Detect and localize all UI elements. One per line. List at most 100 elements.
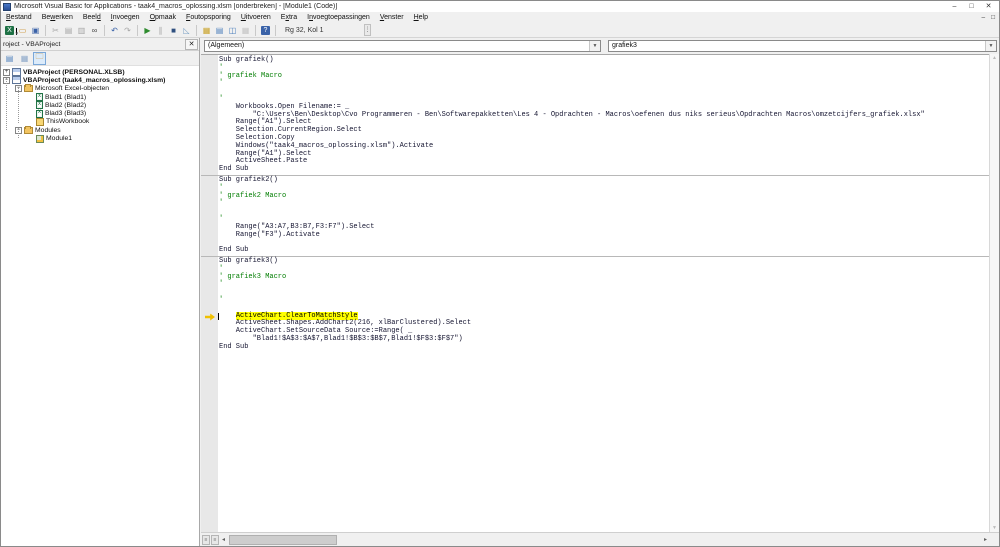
highlighted-statement: ActiveChart.ClearToMatchStyle [236, 312, 358, 320]
cut-icon[interactable]: ✂ [50, 24, 62, 37]
code-line[interactable]: ' [219, 266, 989, 274]
vertical-scrollbar[interactable]: ▲ ▼ [989, 54, 999, 532]
tree-item[interactable]: Blad1 (Blad1) [1, 93, 199, 101]
code-line[interactable]: ' grafiek3 Macro [219, 274, 989, 282]
menu-beeld[interactable]: Beeld [78, 12, 106, 23]
menu-uitvoeren[interactable]: Uitvoeren [236, 12, 276, 23]
code-window: (Algemeen) ▼ grafiek3 ▼ Sub grafiek()'' … [201, 38, 999, 546]
code-line[interactable]: Sub grafiek() [219, 57, 989, 65]
folder-icon [24, 127, 33, 134]
toolbar-separator [137, 25, 138, 36]
code-line[interactable] [219, 88, 989, 96]
code-line[interactable]: End Sub [219, 247, 989, 255]
child-minimize-button[interactable]: – [981, 12, 985, 23]
toolbar-overflow-handle[interactable]: ⋮ [364, 24, 371, 36]
tree-item[interactable]: −Modules [1, 126, 199, 134]
reset-icon[interactable]: ■ [168, 24, 180, 37]
code-line[interactable]: ' [219, 281, 989, 289]
tree-item[interactable]: + VBAProject (PERSONAL.XLSB) [1, 68, 199, 76]
tree-item[interactable]: Blad3 (Blad3) [1, 109, 199, 117]
view-object-button[interactable]: ▦ [18, 52, 31, 65]
toggle-folders-button[interactable]: 🗀 [33, 52, 46, 65]
code-line[interactable] [219, 289, 989, 297]
tree-guide-line [18, 128, 19, 138]
scroll-right-icon[interactable]: ▸ [984, 536, 987, 543]
code-line[interactable]: "Blad1!$A$3:$A$7,Blad1!$B$3:$B$7,Blad1!$… [219, 336, 989, 344]
code-line[interactable]: Range("A3:A7,B3:B7,F3:F7").Select [219, 224, 989, 232]
copy-icon[interactable]: ▤ [63, 24, 75, 37]
tree-item-label: VBAProject (PERSONAL.XLSB) [23, 69, 125, 76]
menu-opmaak[interactable]: Opmaak [145, 12, 181, 23]
horizontal-scrollbar[interactable]: ≡ ≡ ◂ ▸ [201, 532, 999, 546]
view-code-button[interactable]: ▤ [3, 52, 16, 65]
split-handle[interactable]: ≡ [202, 535, 210, 545]
toolbox-icon[interactable]: ▦ [240, 24, 252, 37]
code-line[interactable]: ' [219, 80, 989, 88]
tree-item[interactable]: Blad2 (Blad2) [1, 101, 199, 109]
menu-foutopsporing[interactable]: Foutopsporing [181, 12, 236, 23]
code-line[interactable]: Sub grafiek2() [219, 177, 989, 185]
code-line[interactable]: ' grafiek Macro [219, 73, 989, 81]
paste-icon[interactable]: ▥ [76, 24, 88, 37]
object-browser-icon[interactable]: ◫ [227, 24, 239, 37]
project-explorer-close-button[interactable]: ✕ [185, 39, 198, 50]
menu-bar: BestandBewerkenBeeldInvoegenOpmaakFoutop… [1, 12, 999, 23]
tree-item[interactable]: −Microsoft Excel-objecten [1, 85, 199, 93]
child-restore-button[interactable]: □ [991, 12, 995, 23]
menu-invoegen[interactable]: Invoegen [106, 12, 145, 23]
code-line[interactable]: End Sub [219, 344, 989, 352]
scroll-up-icon[interactable]: ▲ [992, 55, 997, 61]
menu-venster[interactable]: Venster [375, 12, 409, 23]
code-line[interactable]: ' [219, 200, 989, 208]
minimize-button[interactable]: – [946, 2, 963, 12]
code-line[interactable]: Selection.CurrentRegion.Select [219, 127, 989, 135]
procedure-dropdown[interactable]: grafiek3 ▼ [608, 40, 997, 52]
run-icon[interactable]: ▶ [142, 24, 154, 37]
code-line[interactable]: "C:\Users\Ben\Desktop\Cvo Programmeren -… [219, 112, 989, 120]
tree-guide-line [6, 78, 7, 130]
project-explorer-icon[interactable]: ▦ [201, 24, 213, 37]
scroll-left-icon[interactable]: ◂ [222, 536, 225, 543]
redo-icon[interactable]: ↷ [122, 24, 134, 37]
object-dropdown[interactable]: (Algemeen) ▼ [204, 40, 601, 52]
insert-userform-icon[interactable]: ▭▾ [17, 24, 29, 37]
help-icon[interactable]: ? [260, 24, 272, 37]
scroll-down-icon[interactable]: ▼ [992, 525, 997, 531]
dropdown-caret-icon[interactable]: ▾ [16, 28, 17, 36]
chevron-down-icon[interactable]: ▼ [985, 41, 996, 51]
chevron-down-icon[interactable]: ▼ [589, 41, 600, 51]
code-line[interactable] [219, 239, 989, 247]
code-line[interactable]: Sub grafiek3() [219, 258, 989, 266]
split-handle[interactable]: ≡ [211, 535, 219, 545]
code-line[interactable]: ActiveSheet.Paste [219, 158, 989, 166]
break-icon[interactable]: ∥ [155, 24, 167, 37]
code-editor[interactable]: Sub grafiek()'' grafiek Macro' ' Workboo… [201, 54, 999, 532]
tree-item[interactable]: Module1 [1, 134, 199, 142]
code-line[interactable]: Windows("taak4_macros_oplossing.xlsm").A… [219, 143, 989, 151]
menu-extra[interactable]: Extra [276, 12, 302, 23]
menu-bestand[interactable]: Bestand [1, 12, 37, 23]
tree-item-label: Module1 [46, 135, 72, 142]
code-line[interactable]: ' [219, 185, 989, 193]
menu-invoegtoepassingen[interactable]: Invoegtoepassingen [302, 12, 375, 23]
properties-window-icon[interactable]: ▤ [214, 24, 226, 37]
code-line[interactable]: ' [219, 297, 989, 305]
view-excel-icon[interactable]: X [4, 24, 16, 37]
menu-help[interactable]: Help [409, 12, 433, 23]
code-line[interactable]: ' grafiek2 Macro [219, 193, 989, 201]
code-line[interactable] [219, 208, 989, 216]
code-line[interactable]: Range("A1").Select [219, 151, 989, 159]
design-mode-icon[interactable]: ◺ [181, 24, 193, 37]
undo-icon[interactable]: ↶ [109, 24, 121, 37]
expand-icon[interactable]: + [3, 69, 10, 76]
code-line[interactable]: End Sub [219, 166, 989, 174]
scrollbar-thumb[interactable] [229, 535, 337, 545]
maximize-button[interactable]: □ [963, 2, 980, 12]
find-icon[interactable]: ∞ [89, 24, 101, 37]
close-button[interactable]: ✕ [980, 2, 997, 12]
menu-bewerken[interactable]: Bewerken [37, 12, 78, 23]
code-line[interactable]: Range("F3").Activate [219, 232, 989, 240]
save-icon[interactable]: ▣ [30, 24, 42, 37]
code-line[interactable]: ' [219, 65, 989, 73]
project-explorer-panel: roject - VBAProject ✕ ▤▦🗀 +VBAProject (P… [1, 38, 200, 546]
